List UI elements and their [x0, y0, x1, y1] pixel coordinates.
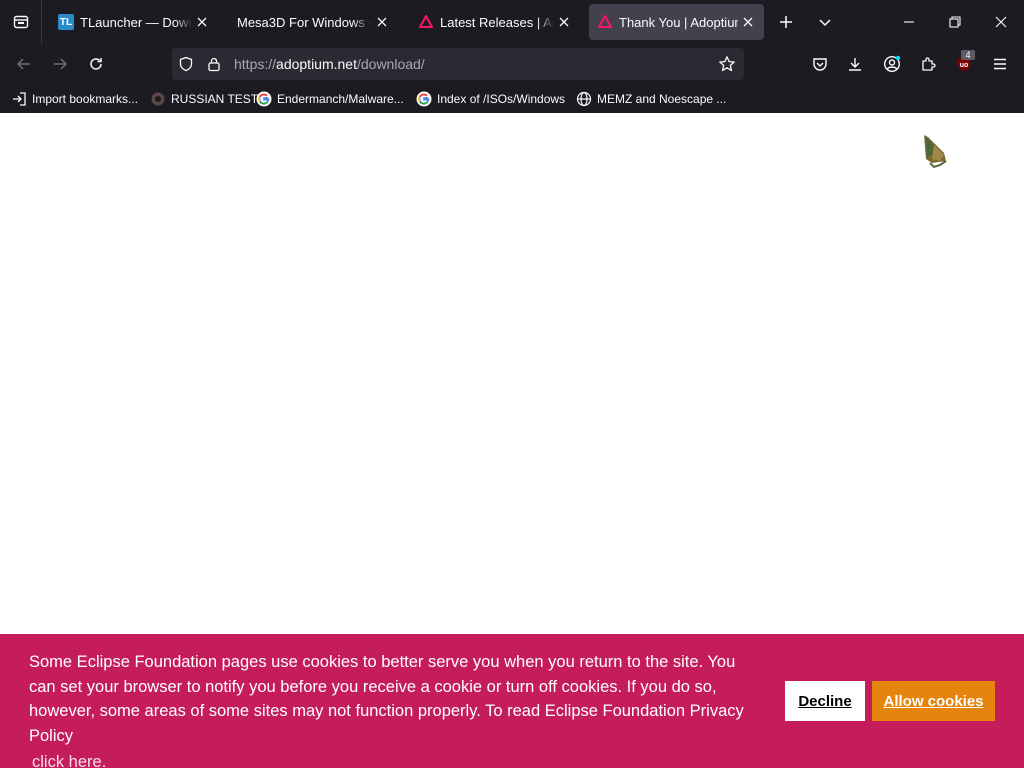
cookie-message: Some Eclipse Foundation pages use cookie…: [29, 650, 759, 775]
bookmark-label: Index of /ISOs/Windows: [437, 92, 566, 106]
download-icon: [849, 58, 861, 71]
extensions-button[interactable]: [912, 48, 944, 80]
close-icon: [995, 16, 1007, 28]
new-tab-button[interactable]: [770, 6, 802, 38]
pocket-button[interactable]: [804, 48, 836, 80]
bookmark-russian-test[interactable]: RUSSIAN TEST: [150, 89, 258, 109]
restore-button[interactable]: [932, 0, 978, 44]
bookmark-label: MEMZ and Noescape ...: [597, 92, 727, 106]
account-button[interactable]: [876, 48, 908, 80]
tlauncher-icon: TL: [58, 14, 74, 30]
bookmarks-toolbar: Import bookmarks... RUSSIAN TEST Enderma…: [0, 84, 1024, 113]
close-icon[interactable]: [374, 14, 390, 30]
tab-tlauncher[interactable]: TL TLauncher — Download: [50, 4, 218, 40]
chevron-down-icon: [819, 19, 831, 27]
site-icon: [150, 91, 166, 107]
plus-icon: [780, 16, 792, 28]
firefox-view-icon: [13, 15, 28, 29]
list-all-tabs-button[interactable]: [809, 6, 841, 38]
close-icon[interactable]: [740, 14, 756, 30]
minimize-button[interactable]: [886, 0, 932, 44]
bookmark-index-isos[interactable]: Index of /ISOs/Windows: [416, 89, 565, 109]
firefox-view-button[interactable]: [0, 0, 42, 44]
privacy-policy-link[interactable]: click here.: [32, 750, 106, 775]
tab-title: Thank You | Adoptium: [619, 14, 738, 30]
back-arrow-icon: [16, 58, 30, 70]
close-icon[interactable]: [556, 14, 572, 30]
pocket-icon: [813, 58, 827, 71]
tab-latest-releases[interactable]: Latest Releases | Adoptium: [410, 4, 580, 40]
mascot-image: [920, 133, 950, 169]
google-icon: [416, 91, 432, 107]
forward-arrow-icon: [54, 58, 68, 70]
star-icon[interactable]: [718, 55, 736, 73]
url-host: adoptium.net: [276, 56, 357, 72]
nav-bar: https://adoptium.net/download/ uo 4: [0, 44, 1024, 84]
address-bar[interactable]: https://adoptium.net/download/: [172, 48, 744, 80]
lock-icon[interactable]: [206, 56, 222, 72]
shield-icon[interactable]: [178, 56, 194, 72]
cookie-text: Some Eclipse Foundation pages use cookie…: [29, 653, 744, 745]
tab-title: Mesa3D For Windows - Builds: [237, 14, 372, 30]
allow-cookies-button[interactable]: Allow cookies: [872, 681, 995, 721]
tab-thank-you[interactable]: Thank You | Adoptium: [589, 4, 764, 40]
cookie-banner: Some Eclipse Foundation pages use cookie…: [0, 634, 1024, 771]
adoptium-icon: [597, 14, 613, 30]
adoptium-icon: [418, 14, 434, 30]
forward-button[interactable]: [44, 48, 76, 80]
bookmark-endermanch[interactable]: Endermanch/Malware...: [256, 89, 404, 109]
back-button[interactable]: [8, 48, 40, 80]
bookmark-memz[interactable]: MEMZ and Noescape ...: [576, 89, 726, 109]
close-icon[interactable]: [194, 14, 210, 30]
import-icon: [11, 91, 27, 107]
google-icon: [256, 91, 272, 107]
minimize-icon: [904, 21, 914, 23]
tab-title: TLauncher — Download: [80, 14, 192, 30]
bookmark-label: Endermanch/Malware...: [277, 92, 404, 106]
restore-icon: [949, 16, 961, 28]
globe-icon: [576, 91, 592, 107]
ublock-count-badge: 4: [961, 50, 975, 60]
tab-title: Latest Releases | Adoptium: [440, 14, 554, 30]
puzzle-icon: [922, 57, 936, 71]
account-icon: [883, 55, 901, 73]
tab-bar: TL TLauncher — Download Mesa3D For Windo…: [0, 0, 1024, 44]
tab-mesa3d[interactable]: Mesa3D For Windows - Builds: [228, 4, 398, 40]
url-scheme: https://: [234, 56, 277, 72]
reload-icon: [90, 58, 102, 70]
reload-button[interactable]: [80, 48, 112, 80]
svg-text:uo: uo: [960, 62, 969, 69]
hamburger-menu-icon: [994, 58, 1006, 70]
bookmark-label: RUSSIAN TEST: [171, 92, 259, 106]
close-window-button[interactable]: [978, 0, 1024, 44]
downloads-button[interactable]: [839, 48, 871, 80]
menu-button[interactable]: [984, 48, 1016, 80]
browser-chrome: TL TLauncher — Download Mesa3D For Windo…: [0, 0, 1024, 113]
bookmark-label: Import bookmarks...: [32, 92, 139, 106]
url-path: /download/: [356, 56, 425, 72]
bookmark-import[interactable]: Import bookmarks...: [11, 89, 138, 109]
url-text[interactable]: https://adoptium.net/download/: [234, 48, 425, 80]
decline-cookies-button[interactable]: Decline: [785, 681, 865, 721]
